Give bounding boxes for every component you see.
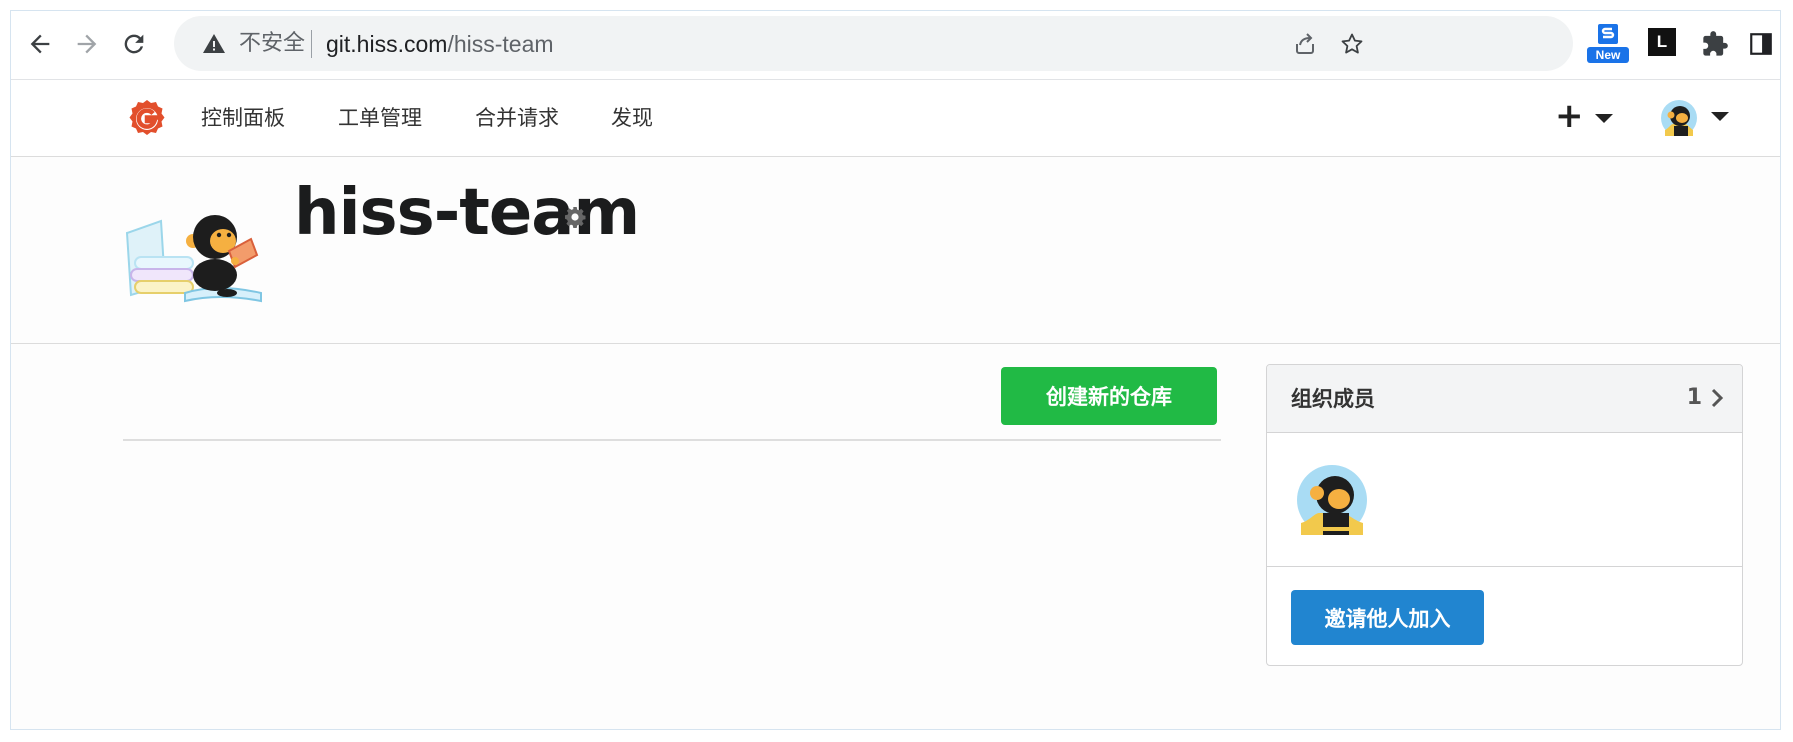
nav-dashboard[interactable]: 控制面板 [201,104,285,132]
chevron-down-icon [1595,114,1613,123]
site-navbar: 控制面板 工单管理 合并请求 发现 + [11,80,1780,157]
url-host: git.hiss.com [326,31,448,57]
omnibox-separator [311,30,312,58]
browser-window: 不安全 git.hiss.com/hiss-team New L 控制面板 工单… [10,10,1781,730]
invite-members-button[interactable]: 邀请他人加入 [1291,590,1484,645]
star-icon [1341,33,1363,54]
side-panel-icon [1750,33,1772,55]
gear-icon[interactable] [563,205,587,229]
extension-s-icon [1598,24,1618,44]
warning-icon [203,34,225,53]
nav-issues[interactable]: 工单管理 [338,104,422,132]
chevron-down-icon [1711,112,1729,121]
org-avatar [125,215,262,303]
extension-l-button[interactable]: L [1648,28,1676,56]
org-name: hiss-team [294,176,640,250]
repo-list-divider [123,439,1221,441]
create-menu-button[interactable]: + [1555,96,1625,136]
create-repo-button[interactable]: 创建新的仓库 [1001,367,1217,425]
plus-icon: + [1555,96,1584,136]
user-avatar [1661,100,1697,136]
org-header: hiss-team [11,157,1780,344]
org-members-card: 组织成员 1 邀请他人加入 [1266,364,1743,666]
members-header[interactable]: 组织成员 1 [1267,365,1742,433]
back-button[interactable] [24,28,56,60]
members-count: 1 [1686,385,1702,410]
member-avatar[interactable] [1297,465,1367,535]
extensions-button[interactable] [1698,27,1732,61]
nav-explore[interactable]: 发现 [611,104,653,132]
nav-pull-requests[interactable]: 合并请求 [475,104,559,132]
url-text[interactable]: git.hiss.com/hiss-team [326,29,554,59]
side-panel-button[interactable] [1744,27,1778,61]
extension-new-badge: New [1587,47,1629,63]
extension-new-button[interactable]: New [1587,23,1629,63]
forward-button[interactable] [71,28,103,60]
share-icon [1296,33,1314,54]
address-bar[interactable]: 不安全 git.hiss.com/hiss-team [174,16,1573,71]
bookmark-button[interactable] [1338,30,1366,58]
share-button[interactable] [1291,30,1319,58]
arrow-right-icon [77,34,97,54]
user-menu-button[interactable] [1661,98,1741,138]
reload-button[interactable] [118,28,150,60]
main-content: 创建新的仓库 组织成员 1 邀请他人加入 [11,344,1780,729]
gitea-logo-icon[interactable] [127,99,167,139]
members-list [1267,433,1742,567]
url-path: /hiss-team [447,31,554,57]
chevron-right-icon [1711,388,1724,408]
security-status[interactable]: 不安全 [239,30,305,58]
puzzle-icon [1703,31,1728,56]
members-title: 组织成员 [1291,387,1375,411]
reload-icon [124,34,144,54]
browser-toolbar: 不安全 git.hiss.com/hiss-team New L [11,11,1780,80]
arrow-left-icon [30,34,50,54]
